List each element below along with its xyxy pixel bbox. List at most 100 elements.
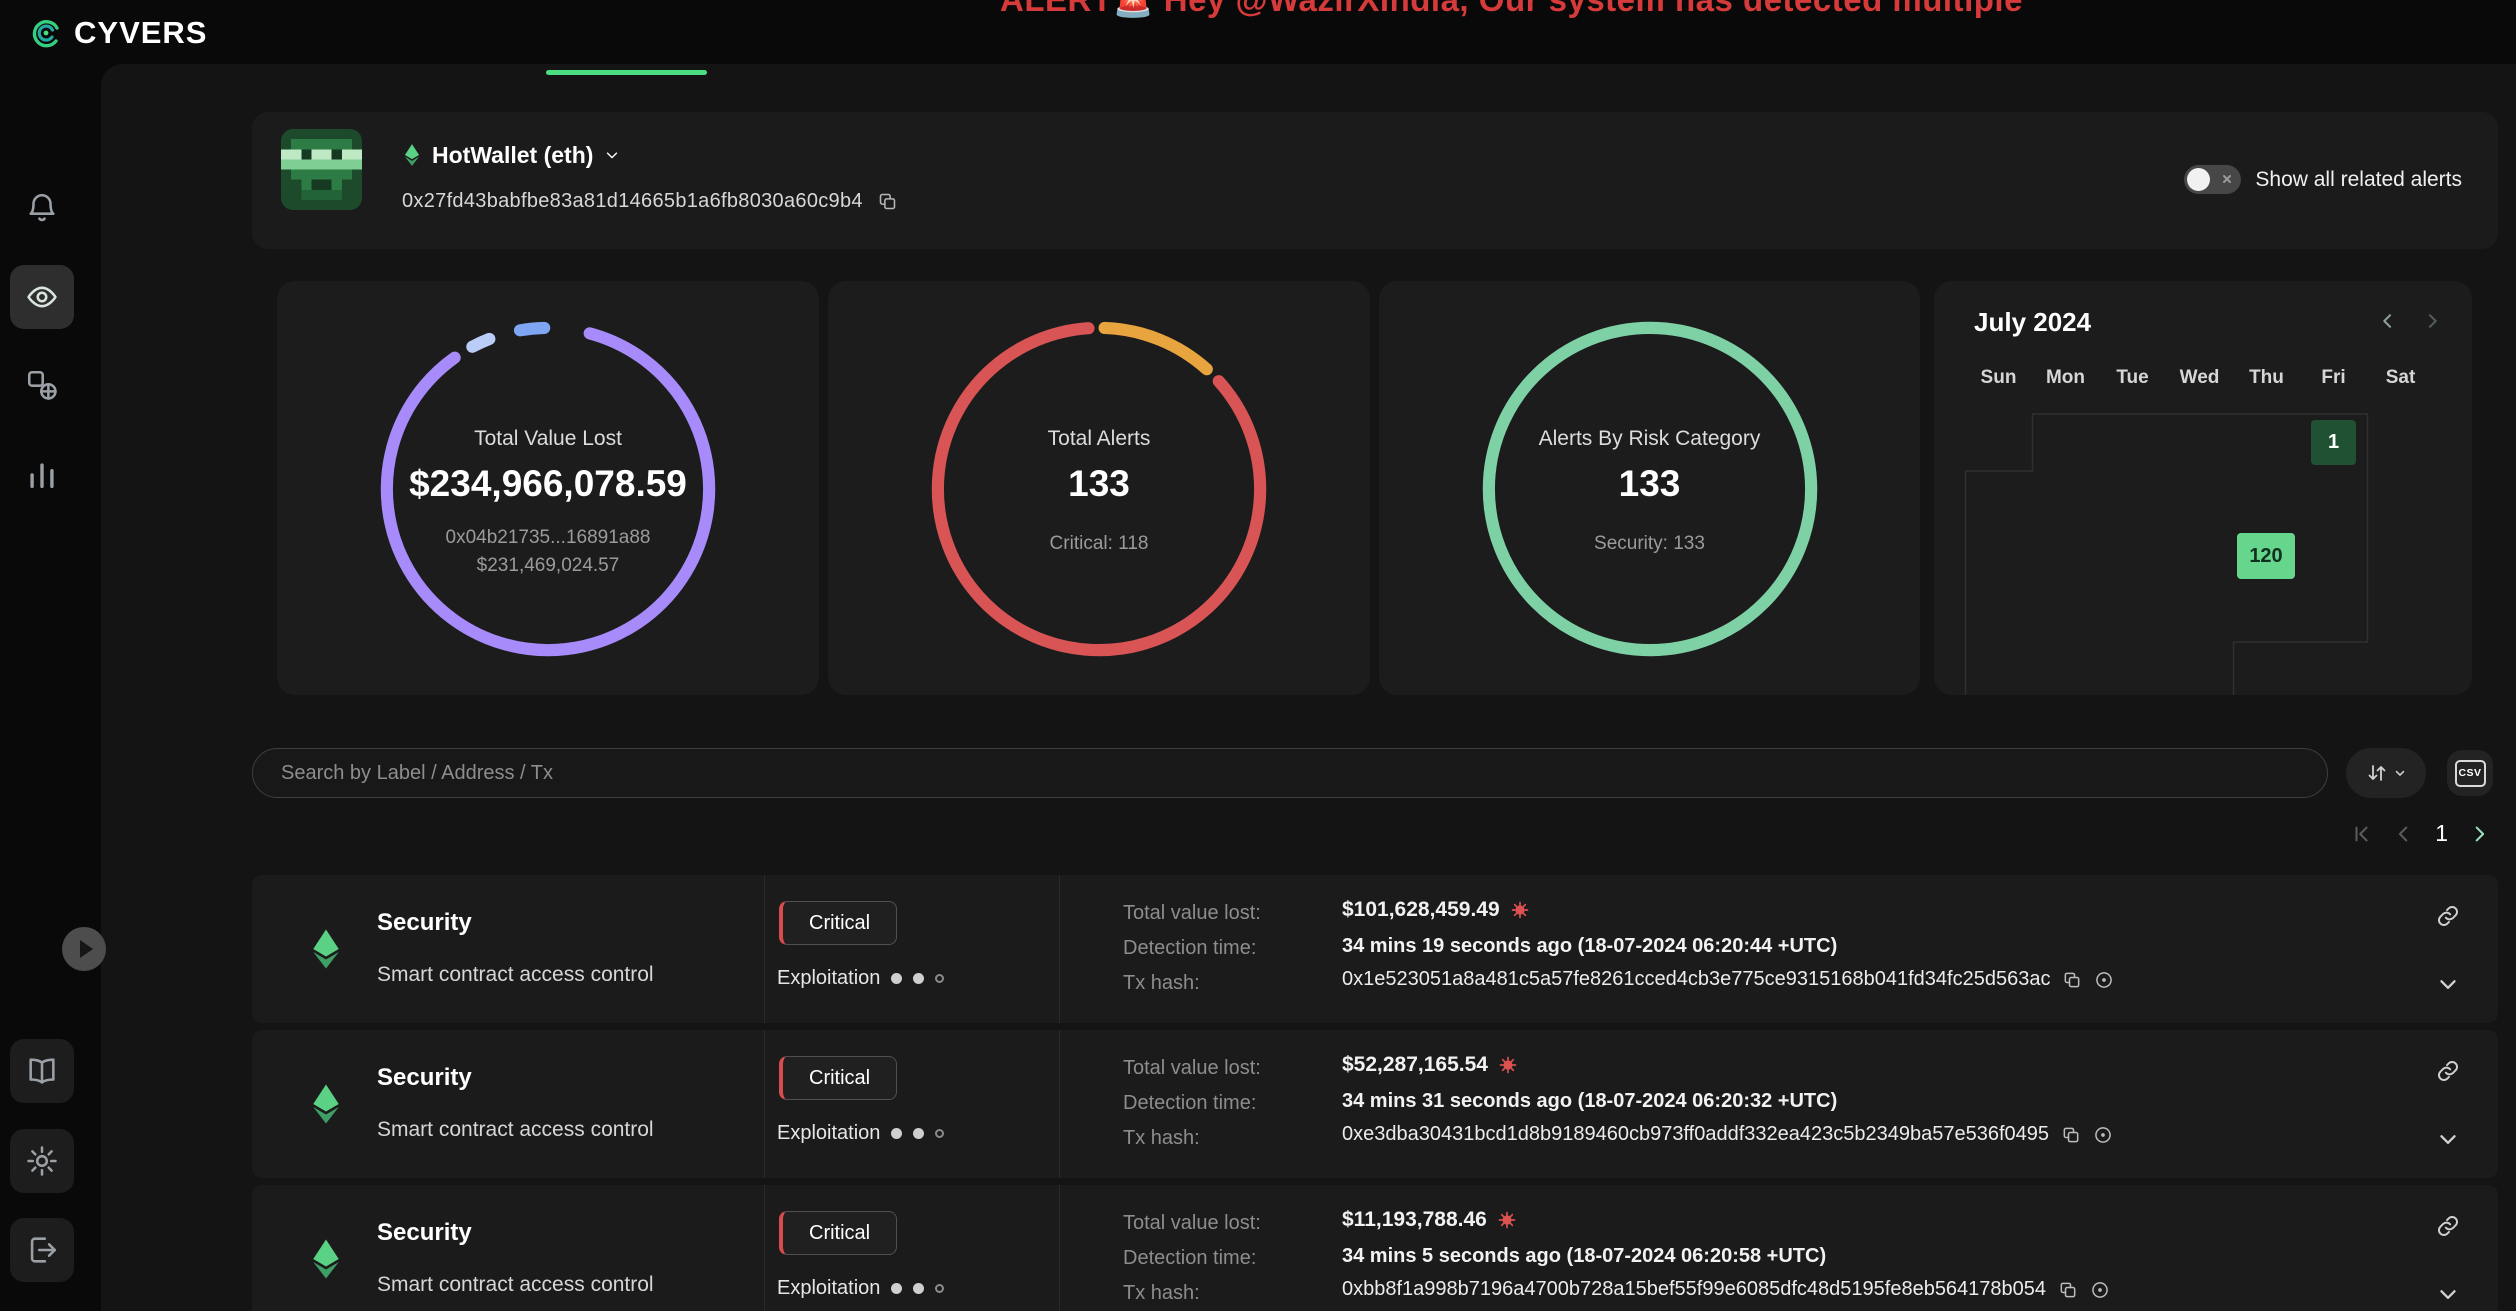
- phase-dot-filled: [913, 1128, 924, 1139]
- logout-nav-item[interactable]: [10, 1218, 74, 1282]
- divider: [1059, 1030, 1060, 1178]
- card-sub-amount: $231,469,024.57: [277, 555, 819, 577]
- current-page-number[interactable]: 1: [2435, 820, 2448, 847]
- card-title: Total Value Lost: [277, 427, 819, 451]
- phase-dot-empty: [935, 974, 944, 983]
- blocks-globe-icon: [25, 368, 59, 402]
- attack-phase-label: Exploitation: [777, 967, 880, 990]
- sort-button[interactable]: [2346, 748, 2426, 798]
- alert-row[interactable]: Security Smart contract access control C…: [252, 1185, 2498, 1311]
- play-icon: [80, 940, 93, 958]
- value-lost-label: Total value lost:: [1123, 1057, 1261, 1080]
- brand-logo[interactable]: CYVERS: [26, 14, 207, 52]
- ethereum-icon: [308, 1083, 344, 1125]
- export-csv-button[interactable]: CSV: [2447, 750, 2493, 796]
- alert-subcategory: Smart contract access control: [377, 963, 654, 987]
- alert-category: Security: [377, 909, 472, 937]
- card-sub-address: 0x04b21735...16891a88: [277, 527, 819, 549]
- chevron-down-icon: [603, 146, 621, 164]
- networks-nav-item[interactable]: [10, 353, 74, 417]
- alert-link-icon[interactable]: [2435, 903, 2461, 929]
- expand-chevron-icon[interactable]: [2435, 971, 2461, 997]
- monitoring-nav-item[interactable]: [10, 265, 74, 329]
- calendar-month-outline: [1934, 281, 2472, 695]
- wallet-header-card: HotWallet (eth) 0x27fd43babfbe83a81d1466…: [252, 112, 2498, 249]
- divider: [764, 1185, 765, 1311]
- next-page-icon[interactable]: [2468, 823, 2490, 845]
- docs-nav-item[interactable]: [10, 1039, 74, 1103]
- main-panel: HotWallet (eth) 0x27fd43babfbe83a81d1466…: [101, 64, 2516, 1311]
- alert-subcategory: Smart contract access control: [377, 1273, 654, 1297]
- cyvers-logo-icon: [26, 14, 64, 52]
- prev-page-icon[interactable]: [2393, 823, 2415, 845]
- copy-tx-icon[interactable]: [2061, 1125, 2081, 1145]
- explorer-icon[interactable]: [2090, 1280, 2110, 1300]
- first-page-icon[interactable]: [2351, 823, 2373, 845]
- phase-dot-filled: [891, 1283, 902, 1294]
- detection-time-label: Detection time:: [1123, 1092, 1256, 1115]
- wallet-selector[interactable]: HotWallet (eth): [402, 138, 621, 172]
- detection-time-value: 34 mins 31 seconds ago (18-07-2024 06:20…: [1342, 1090, 1837, 1113]
- phase-dot-filled: [891, 973, 902, 984]
- divider: [764, 875, 765, 1023]
- divider: [1059, 1185, 1060, 1311]
- alert-link-icon[interactable]: [2435, 1058, 2461, 1084]
- calendar-card: July 2024 Sun Mon Tue Wed Thu Fri Sat 1 …: [1934, 281, 2472, 695]
- detection-time-value: 34 mins 5 seconds ago (18-07-2024 06:20:…: [1342, 1245, 1826, 1268]
- search-input[interactable]: [252, 748, 2328, 798]
- divider: [1059, 875, 1060, 1023]
- divider: [764, 1030, 765, 1178]
- explorer-icon[interactable]: [2094, 970, 2114, 990]
- detection-time-value: 34 mins 19 seconds ago (18-07-2024 06:20…: [1342, 935, 1837, 958]
- total-value-lost-card: Total Value Lost $234,966,078.59 0x04b21…: [277, 281, 819, 695]
- ethereum-icon: [402, 143, 422, 167]
- value-lost-amount: $101,628,459.49: [1342, 898, 1500, 922]
- settings-nav-item[interactable]: [10, 1129, 74, 1193]
- explorer-icon[interactable]: [2093, 1125, 2113, 1145]
- expand-chevron-icon[interactable]: [2435, 1281, 2461, 1307]
- toggle-off-icon: [2221, 173, 2233, 185]
- severity-badge: Critical: [779, 901, 897, 945]
- alert-row[interactable]: Security Smart contract access control C…: [252, 1030, 2498, 1178]
- value-lost-label: Total value lost:: [1123, 1212, 1261, 1235]
- ethereum-icon: [308, 928, 344, 970]
- wallet-name: HotWallet (eth): [432, 142, 593, 169]
- brand-name: CYVERS: [74, 15, 207, 51]
- analytics-nav-item[interactable]: [10, 443, 74, 507]
- card-value: 133: [1379, 463, 1920, 505]
- severity-badge: Critical: [779, 1211, 897, 1255]
- wallet-avatar: [281, 129, 362, 210]
- value-lost-label: Total value lost:: [1123, 902, 1261, 925]
- expand-chevron-icon[interactable]: [2435, 1126, 2461, 1152]
- card-title: Alerts By Risk Category: [1379, 427, 1920, 451]
- virus-icon: [1498, 1055, 1518, 1075]
- attack-phase-label: Exploitation: [777, 1122, 880, 1145]
- tx-hash-label: Tx hash:: [1123, 1127, 1200, 1150]
- logout-icon: [25, 1233, 59, 1267]
- bell-icon: [25, 191, 59, 225]
- eye-icon: [25, 280, 59, 314]
- tx-hash-value: 0x1e523051a8a481c5a57fe8261cced4cb3e775c…: [1342, 968, 2050, 991]
- tx-hash-label: Tx hash:: [1123, 972, 1200, 995]
- attack-phase-label: Exploitation: [777, 1277, 880, 1300]
- top-alert-ticker: ALERT🚨 Hey @WazirXIndia, Our system has …: [1000, 0, 2023, 20]
- related-alerts-toggle[interactable]: [2184, 165, 2241, 194]
- card-value: $234,966,078.59: [277, 463, 819, 505]
- alert-row[interactable]: Security Smart contract access control C…: [252, 875, 2498, 1023]
- phase-dot-empty: [935, 1129, 944, 1138]
- copy-tx-icon[interactable]: [2062, 970, 2082, 990]
- calendar-day-cell-low[interactable]: 1: [2311, 420, 2356, 465]
- copy-address-icon[interactable]: [877, 191, 898, 212]
- card-sub-security: Security: 133: [1379, 533, 1920, 555]
- calendar-day-cell-high[interactable]: 120: [2237, 533, 2295, 579]
- risk-category-card: Alerts By Risk Category 133 Security: 13…: [1379, 281, 1920, 695]
- related-alerts-toggle-label: Show all related alerts: [2255, 168, 2462, 192]
- card-value: 133: [828, 463, 1370, 505]
- sidebar-expand-handle[interactable]: [62, 927, 106, 971]
- ethereum-icon: [308, 1238, 344, 1280]
- toggle-knob: [2187, 168, 2210, 191]
- copy-tx-icon[interactable]: [2058, 1280, 2078, 1300]
- alert-link-icon[interactable]: [2435, 1213, 2461, 1239]
- notifications-nav-item[interactable]: [10, 176, 74, 240]
- virus-icon: [1497, 1210, 1517, 1230]
